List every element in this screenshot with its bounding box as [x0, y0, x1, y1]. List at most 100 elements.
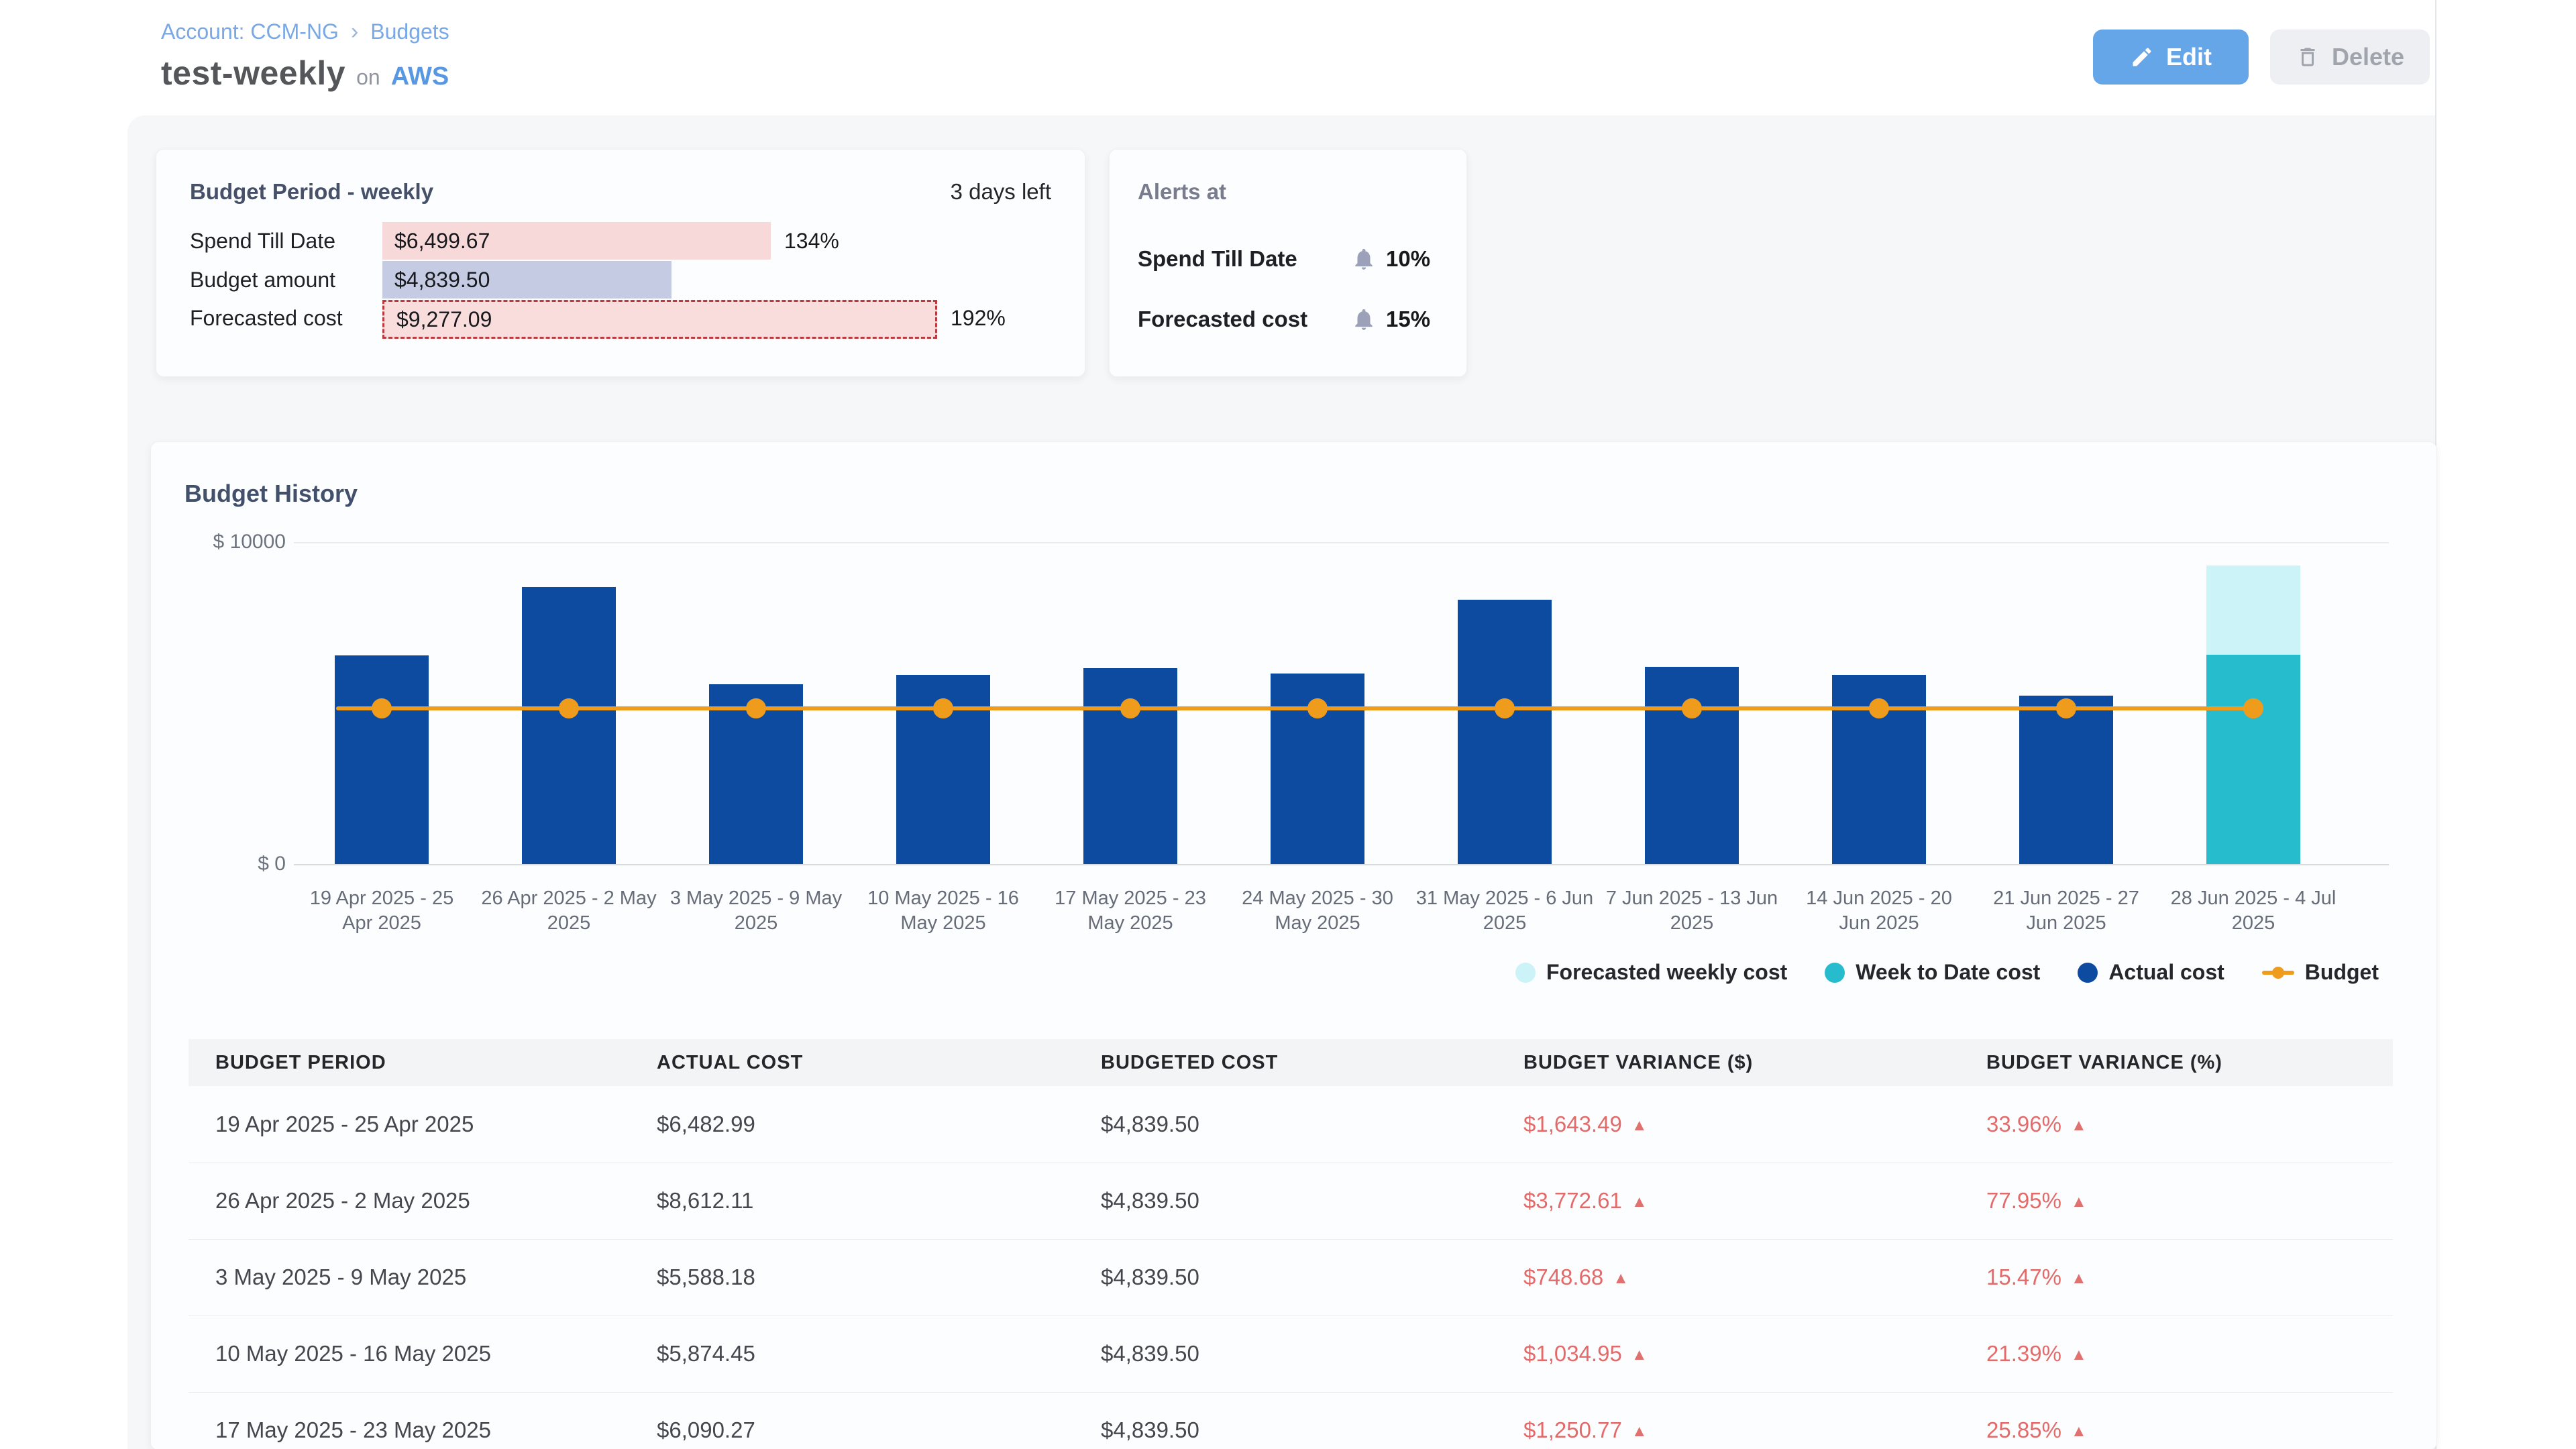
table-cell-value: 15.47%	[1986, 1265, 2061, 1289]
x-axis-tick-line: 24 May 2025 - 30	[1217, 886, 1418, 911]
triangle-up-icon: ▲	[2071, 1422, 2087, 1440]
table-row: 19 Apr 2025 - 25 Apr 2025 $6,482.99 $4,839…	[189, 1086, 2393, 1163]
x-axis-tick-label: 19 Apr 2025 - 25Apr 2025	[281, 886, 482, 936]
table-cell-value: $1,034.95	[1523, 1341, 1622, 1366]
forecasted-weekly-cost-bar	[2206, 566, 2300, 655]
table-cell-value: 25.85%	[1986, 1417, 2061, 1442]
table-row: 3 May 2025 - 9 May 2025 $5,588.18 $4,839.5…	[189, 1239, 2393, 1316]
table-cell-period: 19 Apr 2025 - 25 Apr 2025	[215, 1086, 474, 1163]
x-axis-tick-line: 28 Jun 2025 - 4 Jul	[2153, 886, 2354, 911]
table-cell-variance_pct: 21.39%▲	[1986, 1316, 2087, 1392]
table-header-cell: BUDGET VARIANCE ($)	[1523, 1039, 1753, 1086]
bell-icon	[1351, 246, 1377, 272]
table-cell-actual: $5,588.18	[657, 1239, 755, 1316]
table-cell-variance_usd: $3,772.61▲	[1523, 1163, 1648, 1239]
alert-threshold-value: 15%	[1386, 305, 1430, 334]
alert-row-label: Forecasted cost	[1138, 305, 1307, 334]
chevron-right-icon: ›	[351, 19, 358, 45]
x-axis-line	[294, 864, 2389, 865]
table-cell-actual: $6,090.27	[657, 1392, 755, 1449]
budget-point-marker	[1307, 698, 1328, 718]
budget-history-title: Budget History	[184, 480, 358, 508]
table-cell-value: 21.39%	[1986, 1341, 2061, 1366]
budget-point-marker	[1120, 698, 1140, 718]
actual-cost-bar	[1645, 667, 1739, 864]
table-cell-value: 33.96%	[1986, 1112, 2061, 1136]
table-cell-variance_usd: $1,034.95▲	[1523, 1316, 1648, 1392]
delete-button-label: Delete	[2332, 43, 2404, 71]
legend-item-week-to-date-cost[interactable]: Week to Date cost	[1825, 960, 2040, 985]
legend-marker-line	[2262, 971, 2294, 975]
delete-button[interactable]: Delete	[2270, 30, 2430, 85]
x-axis-tick-line: 26 Apr 2025 - 2 May	[468, 886, 669, 911]
budget-line	[336, 706, 2263, 710]
table-cell-value: $1,643.49	[1523, 1112, 1622, 1136]
table-header-cell: BUDGET VARIANCE (%)	[1986, 1039, 2222, 1086]
edit-button[interactable]: Edit	[2093, 30, 2249, 85]
legend-label: Budget	[2305, 960, 2379, 985]
table-cell-variance_pct: 25.85% ▲	[1986, 1392, 2087, 1449]
x-axis-tick-label: 17 May 2025 - 23May 2025	[1030, 886, 1231, 936]
table-cell-value: $4,839.50	[1101, 1188, 1199, 1213]
budget-amount-bar: $4,839.50	[382, 261, 672, 299]
x-axis-tick-line: May 2025	[1217, 911, 1418, 936]
legend-item-actual-cost[interactable]: Actual cost	[2078, 960, 2224, 985]
x-axis-tick-line: Jun 2025	[1778, 911, 1980, 936]
budget-point-marker	[372, 698, 392, 718]
legend-item-budget[interactable]: Budget	[2262, 960, 2379, 985]
table-cell-period: 3 May 2025 - 9 May 2025	[215, 1239, 466, 1316]
pencil-icon	[2130, 45, 2154, 69]
x-axis-tick-label: 24 May 2025 - 30May 2025	[1217, 886, 1418, 936]
table-cell-value: $4,839.50	[1101, 1112, 1199, 1136]
days-left-label: 3 days left	[951, 179, 1051, 205]
legend-item-forecasted-weekly-cost[interactable]: Forecasted weekly cost	[1515, 960, 1787, 985]
x-axis-tick-label: 31 May 2025 - 6 Jun2025	[1404, 886, 1605, 936]
x-axis-tick-line: 14 Jun 2025 - 20	[1778, 886, 1980, 911]
table-cell-value: $6,482.99	[657, 1112, 755, 1136]
budget-detail-page: Account: CCM-NG › Budgets test-weekly on…	[0, 0, 2576, 1449]
table-cell-value: $3,772.61	[1523, 1188, 1622, 1213]
x-axis-tick-line: May 2025	[843, 911, 1044, 936]
x-axis-tick-label: 26 Apr 2025 - 2 May2025	[468, 886, 669, 936]
table-cell-value: 26 Apr 2025 - 2 May 2025	[215, 1188, 470, 1213]
triangle-up-icon: ▲	[1631, 1116, 1648, 1134]
table-cell-budgeted: $4,839.50	[1101, 1086, 1199, 1163]
chart-legend: Forecasted weekly cost Week to Date cost A…	[1515, 960, 2379, 985]
legend-label: Forecasted weekly cost	[1546, 960, 1787, 985]
breadcrumb: Account: CCM-NG › Budgets	[161, 19, 449, 45]
table-cell-variance_pct: 77.95% ▲	[1986, 1163, 2087, 1239]
x-axis-tick-line: 31 May 2025 - 6 Jun	[1404, 886, 1605, 911]
legend-label: Week to Date cost	[1856, 960, 2040, 985]
table-cell-period: 17 May 2025 - 23 May 2025	[215, 1392, 491, 1449]
triangle-up-icon: ▲	[2071, 1269, 2087, 1287]
y-axis-zero-label: $ 0	[152, 852, 286, 876]
actual-cost-bar	[522, 587, 616, 864]
x-axis-tick-line: 7 Jun 2025 - 13 Jun	[1591, 886, 1792, 911]
table-cell-value: $748.68	[1523, 1265, 1603, 1289]
alerts-card: Alerts at Spend Till Date10%Forecasted c…	[1109, 149, 1467, 377]
budget-period-card: Budget Period - weekly 3 days left Spend…	[156, 149, 1085, 377]
x-axis-tick-line: 2025	[468, 911, 669, 936]
triangle-up-icon: ▲	[2071, 1193, 2087, 1211]
edit-button-label: Edit	[2166, 43, 2212, 71]
table-cell-value: $4,839.50	[1101, 1265, 1199, 1289]
table-row: 26 Apr 2025 - 2 May 2025 $8,612.11 $4,839.…	[189, 1163, 2393, 1239]
table-cell-value: 77.95%	[1986, 1188, 2061, 1213]
table-cell-value: $5,588.18	[657, 1265, 755, 1289]
week-to-date-cost-bar	[2206, 655, 2300, 864]
table-cell-variance_pct: 33.96%▲	[1986, 1086, 2087, 1163]
table-cell-actual: $8,612.11	[657, 1163, 753, 1239]
table-cell-value: $4,839.50	[1101, 1341, 1199, 1366]
budget-point-marker	[1869, 698, 1889, 718]
x-axis-tick-line: 2025	[655, 911, 857, 936]
table-header-cell: BUDGETED COST	[1101, 1039, 1278, 1086]
table-cell-variance_usd: $748.68▲	[1523, 1239, 1629, 1316]
table-cell-value: 17 May 2025 - 23 May 2025	[215, 1417, 491, 1442]
budget-point-marker	[2243, 698, 2263, 718]
table-cell-budgeted: $4,839.50	[1101, 1316, 1199, 1392]
breadcrumb-account-link[interactable]: Account: CCM-NG	[161, 19, 339, 44]
breadcrumb-budgets-link[interactable]: Budgets	[370, 19, 449, 44]
table-cell-value: $5,874.45	[657, 1341, 755, 1366]
triangle-up-icon: ▲	[1631, 1422, 1648, 1440]
x-axis-tick-line: 3 May 2025 - 9 May	[655, 886, 857, 911]
